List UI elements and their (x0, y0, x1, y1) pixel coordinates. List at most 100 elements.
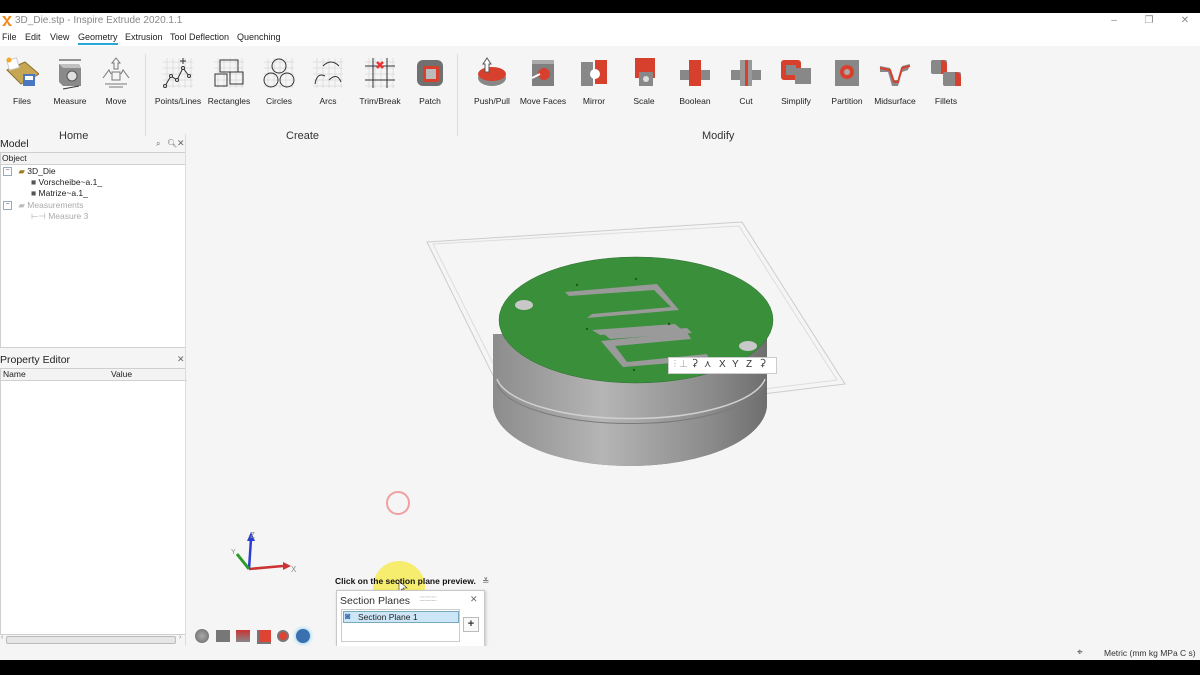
scroll-right-icon[interactable]: › (179, 634, 181, 641)
simplify-button[interactable]: Simplify (770, 56, 822, 106)
minimize-button[interactable]: – (1104, 14, 1124, 28)
section-planes-title: Section Planes (340, 595, 411, 607)
ribbon-separator (145, 54, 146, 136)
push-pull-icon (478, 57, 506, 86)
menu-extrusion[interactable]: Extrusion (125, 32, 163, 42)
menu-quenching[interactable]: Quenching (237, 32, 281, 42)
status-bar: ⌖ Metric (mm kg MPa C s) (0, 646, 1200, 660)
collapse-icon[interactable]: − (3, 201, 12, 211)
cut-button[interactable]: Cut (720, 56, 772, 106)
snap-crosshair-icon[interactable]: ⌖ (1077, 647, 1083, 658)
restore-button[interactable]: ❐ (1139, 14, 1159, 28)
trim-break-button[interactable]: Trim/Break (354, 56, 406, 106)
move-icon (102, 57, 130, 88)
flip-plane-icon[interactable]: ⊥ (679, 359, 688, 370)
partition-button[interactable]: Partition (821, 56, 873, 106)
close-button[interactable]: ✕ (1175, 14, 1195, 28)
horizontal-scrollbar[interactable]: ‹ › (0, 634, 184, 644)
tree-item-vorscheibe[interactable]: ■ Vorscheibe~a.1_ (31, 177, 102, 188)
scale-button[interactable]: Scale (618, 56, 670, 106)
measure-button[interactable]: Measure (44, 56, 96, 106)
mirror-icon (581, 60, 607, 86)
add-section-plane-button[interactable]: + (463, 617, 479, 632)
section-planes-panel: Section Planes :::::::::::::: ✕ ◙ Sectio… (336, 590, 485, 647)
3d-view-icon[interactable] (296, 629, 310, 643)
plane-align-icon[interactable]: ⋏ (704, 359, 711, 370)
fillets-button[interactable]: Fillets (920, 56, 972, 106)
title-bar: 3D_Die.stp - Inspire Extrude 2020.1.1 – … (0, 13, 1200, 30)
circles-button[interactable]: Circles (253, 56, 305, 106)
units-selector[interactable]: Metric (mm kg MPa C s) (1104, 648, 1196, 658)
instruction-hint: Click on the section plane preview. ≚ (335, 576, 489, 587)
tree-item-measure-3[interactable]: ⊢⊣ Measure 3 (31, 211, 88, 222)
boolean-label: Boolean (679, 96, 711, 106)
patch-button[interactable]: Patch (404, 56, 456, 106)
cut-icon (731, 60, 761, 86)
axis-x-button[interactable]: X (719, 359, 726, 370)
section-planes-list: ◙ Section Plane 1 (341, 609, 460, 642)
files-button[interactable]: Files (0, 56, 48, 106)
object-column-header[interactable]: Object (1, 153, 186, 165)
midsurface-button[interactable]: Midsurface (869, 56, 921, 106)
trim-break-label: Trim/Break (359, 96, 401, 106)
expand-hint-icon[interactable]: ≚ (482, 576, 489, 586)
name-column-header[interactable]: Name (1, 369, 110, 381)
section-plane-item[interactable]: ◙ Section Plane 1 (343, 611, 459, 623)
find-icon[interactable]: ⌕ (156, 139, 160, 149)
boolean-icon (680, 60, 710, 86)
menu-tool-deflection[interactable]: Tool Deflection (170, 32, 229, 42)
circles-icon (263, 58, 295, 88)
points-lines-icon (163, 58, 193, 88)
move-faces-button[interactable]: Move Faces (517, 56, 569, 106)
model-panel-close-icon[interactable]: ✕ (177, 138, 185, 149)
section-view-icon[interactable] (236, 630, 250, 642)
section-planes-close-icon[interactable]: ✕ (470, 594, 478, 605)
hint-text: Click on the section plane preview. (335, 576, 476, 586)
patch-icon (417, 60, 443, 86)
points-lines-button[interactable]: Points/Lines (152, 56, 204, 106)
partition-icon (835, 60, 859, 86)
menu-view[interactable]: View (50, 32, 69, 42)
zoom-icon[interactable] (277, 630, 289, 642)
scrollbar-thumb[interactable] (6, 636, 176, 644)
section-plane-label[interactable]: Section Plane 1 (358, 612, 418, 622)
axis-z-button[interactable]: Z (746, 359, 752, 370)
panel-drag-handle-icon[interactable]: :::::::::::::: (419, 594, 437, 603)
boolean-button[interactable]: Boolean (669, 56, 721, 106)
collapse-icon[interactable]: − (3, 167, 12, 177)
ribbon-separator (457, 54, 458, 136)
rectangles-button[interactable]: Rectangles (203, 56, 255, 106)
tree-item-label: Measurements (27, 200, 84, 210)
menu-file[interactable]: File (2, 32, 17, 42)
part-icon: ■ (31, 188, 37, 198)
trim-break-icon (365, 58, 395, 88)
visibility-icon[interactable] (195, 629, 209, 643)
3d-viewport[interactable]: Z X Y ⋮ ⊥ ⚳ ⋏ X Y Z ⚳ (187, 134, 1200, 644)
section-plane-toolbar: ⋮ ⊥ ⚳ ⋏ X Y Z ⚳ (668, 357, 777, 374)
fillets-icon (931, 60, 961, 86)
model-view[interactable]: Z X Y (187, 134, 1200, 644)
camera-icon[interactable] (216, 630, 230, 642)
fit-view-icon[interactable] (257, 630, 271, 644)
plane-options-icon[interactable]: ⚳ (691, 358, 698, 369)
tree-item-measurements[interactable]: − ▰ Measurements (3, 200, 84, 211)
drag-handle-icon[interactable]: ⋮ (671, 359, 679, 368)
search-icon[interactable]: 🔍︎ (167, 139, 177, 148)
scroll-left-icon[interactable]: ‹ (1, 634, 3, 641)
menu-edit[interactable]: Edit (25, 32, 41, 42)
arcs-button[interactable]: Arcs (302, 56, 354, 106)
mirror-button[interactable]: Mirror (568, 56, 620, 106)
push-pull-button[interactable]: Push/Pull (466, 56, 518, 106)
click-indicator (386, 491, 410, 515)
tree-item-3d-die[interactable]: − ▰ 3D_Die (3, 166, 56, 177)
section-plane-icon: ◙ (345, 611, 351, 621)
plane-reset-icon[interactable]: ⚳ (759, 358, 766, 369)
value-column-header[interactable]: Value (109, 369, 187, 381)
axis-y-button[interactable]: Y (732, 359, 739, 370)
tree-item-matrize[interactable]: ■ Matrize~a.1_ (31, 188, 88, 199)
menu-geometry[interactable]: Geometry (78, 32, 118, 45)
property-editor-close-icon[interactable]: ✕ (177, 354, 185, 365)
files-icon (6, 57, 40, 86)
arcs-icon (313, 58, 343, 88)
move-button[interactable]: Move (90, 56, 142, 106)
